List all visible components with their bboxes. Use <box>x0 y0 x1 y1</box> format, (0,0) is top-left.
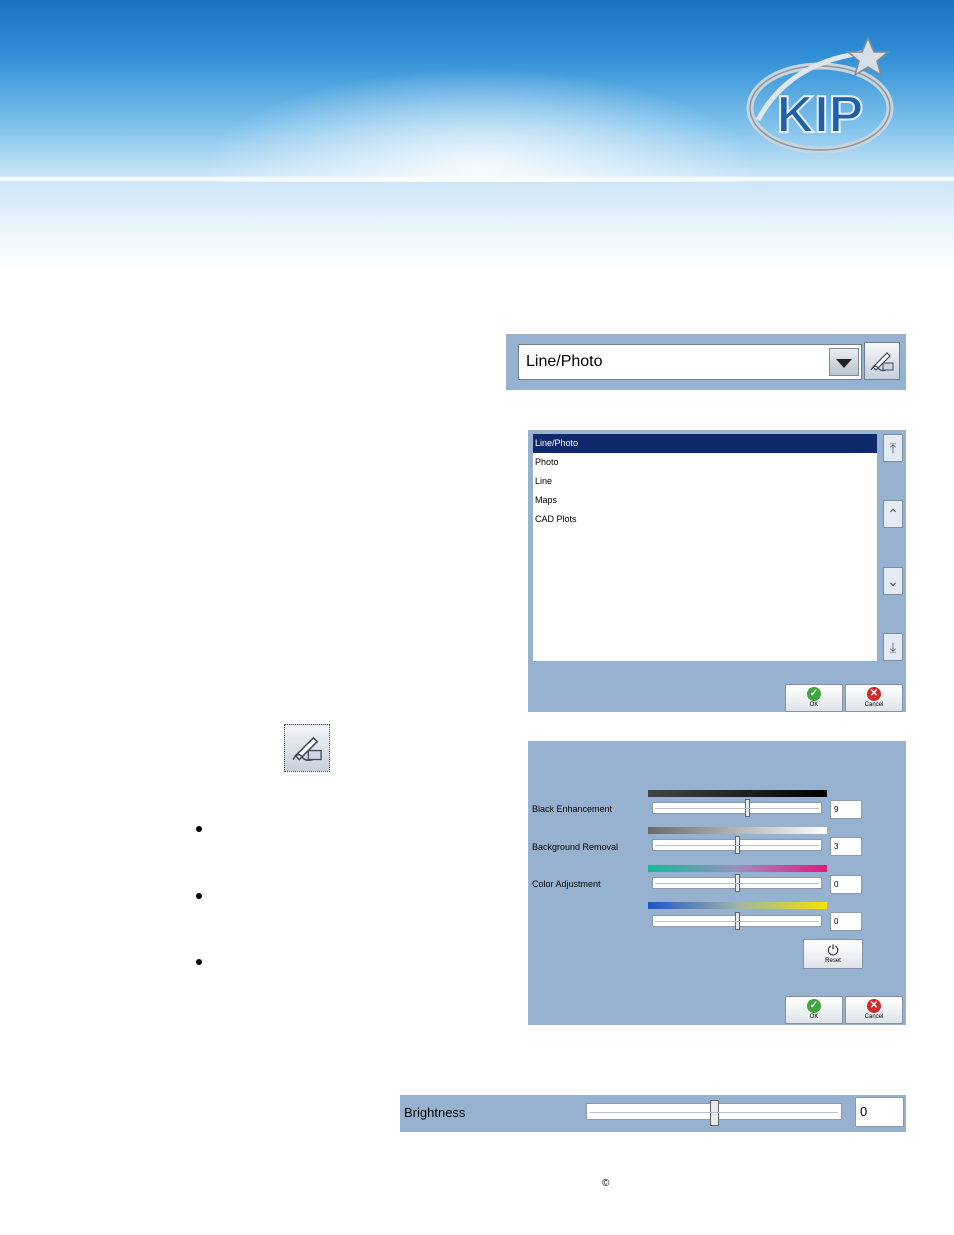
list-item[interactable]: Maps <box>533 491 877 510</box>
mode-select-panel: Line/Photo <box>506 334 906 390</box>
list-item[interactable]: Photo <box>533 453 877 472</box>
list-item[interactable]: Line/Photo <box>533 434 877 453</box>
dropdown-arrow-icon[interactable] <box>829 348 859 376</box>
cancel-x-icon: ✕ <box>867 687 881 701</box>
brightness-label: Brightness <box>404 1105 466 1120</box>
scroll-bottom-icon[interactable]: ⤓ <box>883 633 903 661</box>
cancel-label: Cancel <box>864 702 884 708</box>
banner-stripe <box>0 176 954 182</box>
color-adjustment-slider[interactable] <box>652 874 822 892</box>
blue-yellow-slider[interactable] <box>652 912 822 930</box>
background-removal-slider[interactable] <box>652 836 822 854</box>
mode-list-dialog: Line/Photo Photo Line Maps CAD Plots ⤒ ⌃… <box>528 430 906 712</box>
ok-label: OK <box>809 1014 819 1020</box>
blue-yellow-value[interactable]: 0 <box>830 912 862 931</box>
ok-check-icon: ✓ <box>807 999 821 1013</box>
mode-select-value: Line/Photo <box>526 353 603 370</box>
black-enhancement-slider[interactable] <box>652 799 822 817</box>
bullet-point <box>196 893 202 899</box>
image-adjustments-dialog: Black Enhancement 9 Background Removal 3… <box>528 741 906 1025</box>
mode-select[interactable]: Line/Photo <box>518 344 862 380</box>
bullet-point <box>196 826 202 832</box>
edit-settings-icon <box>870 352 894 372</box>
cancel-button[interactable]: ✕ Cancel <box>845 684 903 712</box>
bullet-point <box>196 959 202 965</box>
ok-label: OK <box>809 702 819 708</box>
brightness-slider[interactable] <box>586 1100 842 1126</box>
green-magenta-gradient-bar <box>648 865 827 872</box>
copyright-symbol: © <box>602 1178 610 1189</box>
ok-button[interactable]: ✓ OK <box>785 996 843 1024</box>
scroll-up-icon[interactable]: ⌃ <box>883 500 903 528</box>
slider-thumb[interactable] <box>735 912 740 930</box>
slider-thumb[interactable] <box>710 1100 719 1126</box>
color-adjustment-value[interactable]: 0 <box>830 875 862 894</box>
edit-settings-button-illustration <box>284 724 330 772</box>
cancel-label: Cancel <box>864 1014 884 1020</box>
ok-button[interactable]: ✓ OK <box>785 684 843 712</box>
cancel-x-icon: ✕ <box>867 999 881 1013</box>
power-reset-icon: ⏻ <box>827 942 839 958</box>
list-item[interactable]: CAD Plots <box>533 510 877 529</box>
black-enhancement-value[interactable]: 9 <box>830 800 862 819</box>
banner-lower <box>0 182 954 275</box>
slider-thumb[interactable] <box>745 799 750 817</box>
header-banner: KIP <box>0 0 954 275</box>
background-removal-label: Background Removal <box>532 842 619 852</box>
edit-settings-icon <box>292 736 322 762</box>
cancel-button[interactable]: ✕ Cancel <box>845 996 903 1024</box>
mode-list: Line/Photo Photo Line Maps CAD Plots <box>533 434 877 661</box>
slider-thumb[interactable] <box>735 836 740 854</box>
kip-logo-icon: KIP <box>746 36 894 154</box>
reset-button[interactable]: ⏻ Reset <box>803 939 863 969</box>
background-removal-value[interactable]: 3 <box>830 837 862 856</box>
slider-thumb[interactable] <box>735 874 740 892</box>
reset-label: Reset <box>825 958 841 964</box>
logo-text: KIP <box>777 86 864 144</box>
list-item[interactable]: Line <box>533 472 877 491</box>
scroll-down-icon[interactable]: ⌄ <box>883 567 903 595</box>
edit-settings-button[interactable] <box>864 342 900 380</box>
blue-yellow-gradient-bar <box>648 902 827 909</box>
gray-gradient-bar <box>648 827 827 834</box>
scroll-top-icon[interactable]: ⤒ <box>883 434 903 462</box>
color-adjustment-label: Color Adjustment <box>532 879 601 889</box>
ok-check-icon: ✓ <box>807 687 821 701</box>
black-gradient-bar <box>648 790 827 797</box>
black-enhancement-label: Black Enhancement <box>532 804 613 814</box>
brightness-value[interactable]: 0 <box>855 1097 904 1127</box>
brightness-panel: Brightness 0 <box>400 1095 906 1132</box>
